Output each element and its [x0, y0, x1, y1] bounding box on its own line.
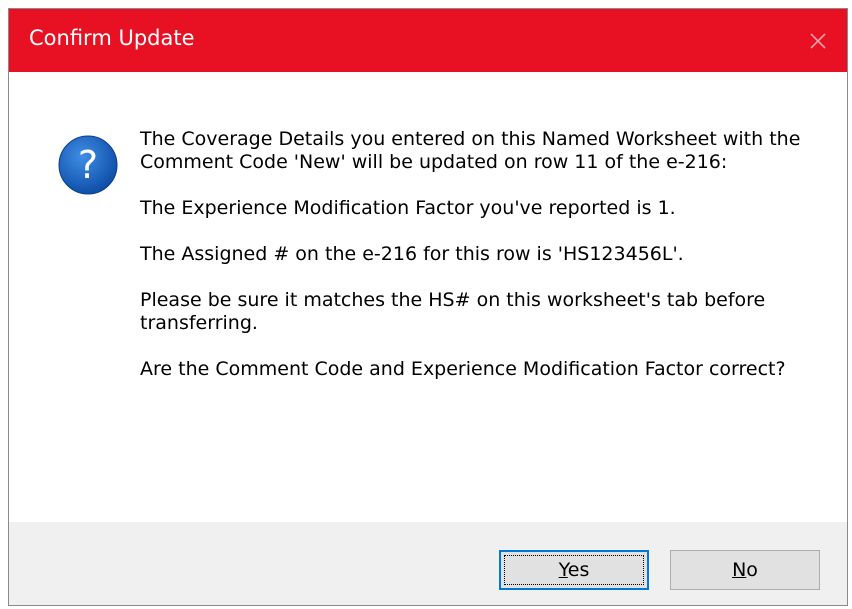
question-icon: ?	[58, 135, 118, 195]
confirm-update-dialog: Confirm Update ? The Coverage Details yo…	[8, 8, 848, 606]
focus-rectangle	[504, 555, 644, 585]
dialog-content: ? The Coverage Details you entered on th…	[9, 72, 847, 522]
message-paragraph-question: Are the Comment Code and Experience Modi…	[140, 358, 786, 380]
message-paragraph-emf: The Experience Modification Factor you'v…	[140, 197, 676, 219]
close-button[interactable]	[789, 9, 847, 72]
button-bar: Yes No	[9, 522, 847, 605]
message-paragraph-update: The Coverage Details you entered on this…	[140, 128, 801, 173]
dialog-title: Confirm Update	[29, 26, 195, 50]
no-button[interactable]: No	[670, 550, 820, 590]
title-bar: Confirm Update	[9, 9, 847, 72]
message-paragraph-assigned: The Assigned # on the e-216 for this row…	[140, 243, 684, 265]
yes-button[interactable]: Yes	[499, 550, 649, 590]
svg-text:?: ?	[78, 143, 98, 187]
no-button-label: No	[732, 559, 758, 581]
close-icon	[810, 32, 826, 49]
message-text: The Coverage Details you entered on this…	[140, 128, 820, 381]
message-paragraph-check: Please be sure it matches the HS# on thi…	[140, 289, 766, 334]
